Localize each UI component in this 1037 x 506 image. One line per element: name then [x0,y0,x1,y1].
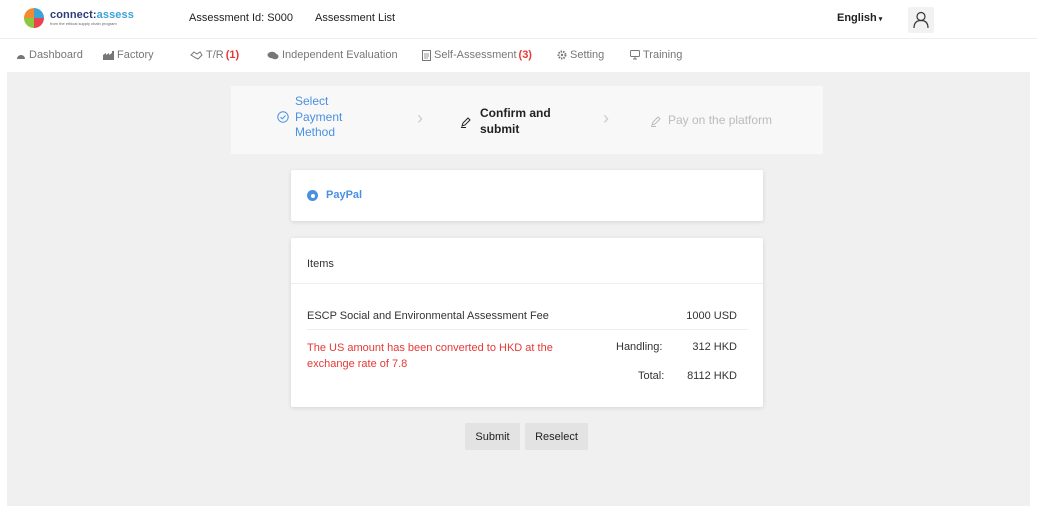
reselect-button[interactable]: Reselect [525,423,588,450]
nav-setting[interactable]: Setting [557,49,604,61]
handshake-icon [190,50,203,60]
payment-steps: Select Payment Method › Confirm and subm… [231,86,823,154]
main-nav: Dashboard Factory T/R (1) Independent Eva… [0,38,1037,72]
total-value: 8112 HKD [687,370,737,382]
pencil-icon [461,116,471,128]
payment-method-card: PayPal [291,170,763,221]
nav-tr[interactable]: T/R (1) [190,49,239,61]
step1-line2: Payment [295,109,343,124]
top-header: connect:assess from the ethical supply c… [0,0,1037,38]
user-menu-button[interactable] [908,7,934,33]
training-icon [630,50,640,60]
nav-factory-label: Factory [117,49,154,61]
nav-dashboard[interactable]: Dashboard [16,49,83,61]
nav-setting-label: Setting [570,49,605,61]
items-card: Items ESCP Social and Environmental Asse… [291,238,763,407]
comments-icon [267,51,279,60]
logo-text-accent: assess [96,9,134,21]
submit-button[interactable]: Submit [465,423,520,450]
handling-value: 312 HKD [692,341,737,353]
app-logo[interactable]: connect:assess from the ethical supply c… [24,8,134,28]
language-dropdown[interactable]: English ▾ [837,12,882,24]
nav-self-assessment[interactable]: Self-Assessment (3) [422,49,532,61]
step-confirm-and-submit: Confirm and submit [460,106,551,137]
step3-label: Pay on the platform [668,113,773,127]
step-select-payment-method[interactable]: Select Payment Method [277,94,342,141]
chevron-right-icon: › [603,108,609,128]
nav-training[interactable]: Training [630,49,682,61]
paypal-radio[interactable] [307,190,318,201]
nav-independent-evaluation-label: Independent Evaluation [282,49,398,61]
step-pay-on-platform: Pay on the platform [650,113,772,129]
exchange-rate-note: The US amount has been converted to HKD … [307,342,553,370]
items-heading: Items [307,258,334,270]
fee-amount: 1000 USD [686,310,737,322]
user-icon [913,11,929,29]
nav-dashboard-label: Dashboard [29,49,83,61]
paypal-label[interactable]: PayPal [326,189,362,201]
check-circle-icon [277,111,289,124]
logo-tagline: from the ethical supply chain program [50,21,117,26]
nav-training-label: Training [643,49,683,61]
pencil-icon [651,116,661,127]
step1-line1: Select [295,94,329,108]
fee-label: ESCP Social and Environmental Assessment… [307,310,549,322]
chevron-right-icon: › [417,108,423,128]
step2-line1: Confirm and [480,106,551,120]
nav-tr-label: T/R [206,49,224,61]
tr-count-badge: (1) [225,49,240,61]
logo-icon [24,8,44,28]
language-label: English [837,12,877,24]
gear-icon [557,50,567,60]
step1-line3: Method [295,125,336,140]
nav-factory[interactable]: Factory [103,49,154,61]
document-icon [422,49,431,61]
logo-text-main: connect: [50,9,97,21]
assessment-list-link[interactable]: Assessment List [315,12,395,24]
total-label: Total: [638,370,665,382]
divider [307,329,748,330]
factory-icon [103,50,114,60]
nav-independent-evaluation[interactable]: Independent Evaluation [267,49,398,61]
handling-label: Handling: [616,341,663,353]
step2-line2: submit [480,121,520,136]
nav-self-assessment-label: Self-Assessment [434,49,517,61]
divider [291,283,763,284]
dashboard-icon [16,51,26,60]
self-assessment-count-badge: (3) [518,49,532,61]
caret-down-icon: ▾ [878,16,883,23]
assessment-id-link[interactable]: Assessment Id: S000 [189,12,293,24]
